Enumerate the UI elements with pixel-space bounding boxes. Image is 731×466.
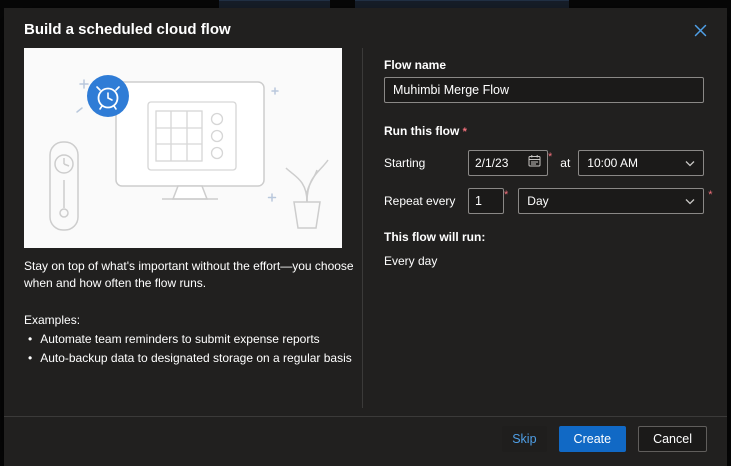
example-item: Auto-backup data to designated storage o… [28,350,358,366]
footer-buttons: Skip Create Cancel [502,426,707,452]
dialog-title: Build a scheduled cloud flow [24,21,231,38]
required-asterisk: * [504,189,508,201]
required-asterisk: * [548,151,552,163]
required-asterisk: * [708,189,712,201]
close-icon [694,24,707,40]
starting-row: Starting * at 10:00 AM [384,150,704,176]
vertical-divider [362,48,363,408]
create-button[interactable]: Create [559,426,627,452]
starting-label: Starting [384,156,468,170]
example-item: Automate team reminders to submit expens… [28,331,358,347]
alarm-clock-icon [87,75,129,117]
repeat-row: Repeat every * Day * [384,188,713,214]
required-asterisk: * [463,126,467,138]
screen: Build a scheduled cloud flow [0,0,731,466]
frequency-value: Day [527,194,548,208]
chevron-down-icon [685,156,695,170]
flow-name-label: Flow name [384,58,446,72]
scheduled-flow-illustration [24,48,342,248]
start-date-field[interactable] [468,150,548,176]
start-time-value: 10:00 AM [587,156,638,170]
chevron-down-icon [685,194,695,208]
dialog-description: Stay on top of what's important without … [24,258,354,293]
will-run-label: This flow will run: [384,230,485,244]
repeat-every-label: Repeat every [384,194,468,208]
start-date-input[interactable] [475,156,521,170]
run-this-flow-label: Run this flow * [384,124,467,138]
scheduled-flow-dialog: Build a scheduled cloud flow [4,8,727,466]
frequency-select[interactable]: Day [518,188,704,214]
cancel-button[interactable]: Cancel [638,426,707,452]
examples-label: Examples: [24,313,80,327]
calendar-icon[interactable] [528,154,541,172]
skip-button[interactable]: Skip [502,426,546,452]
at-label: at [560,156,570,170]
interval-input[interactable] [468,188,504,214]
examples-list: Automate team reminders to submit expens… [28,331,358,369]
footer-divider [4,416,727,417]
close-button[interactable] [687,19,713,45]
flow-name-input[interactable] [384,77,704,103]
start-time-select[interactable]: 10:00 AM [578,150,704,176]
will-run-value: Every day [384,254,437,268]
